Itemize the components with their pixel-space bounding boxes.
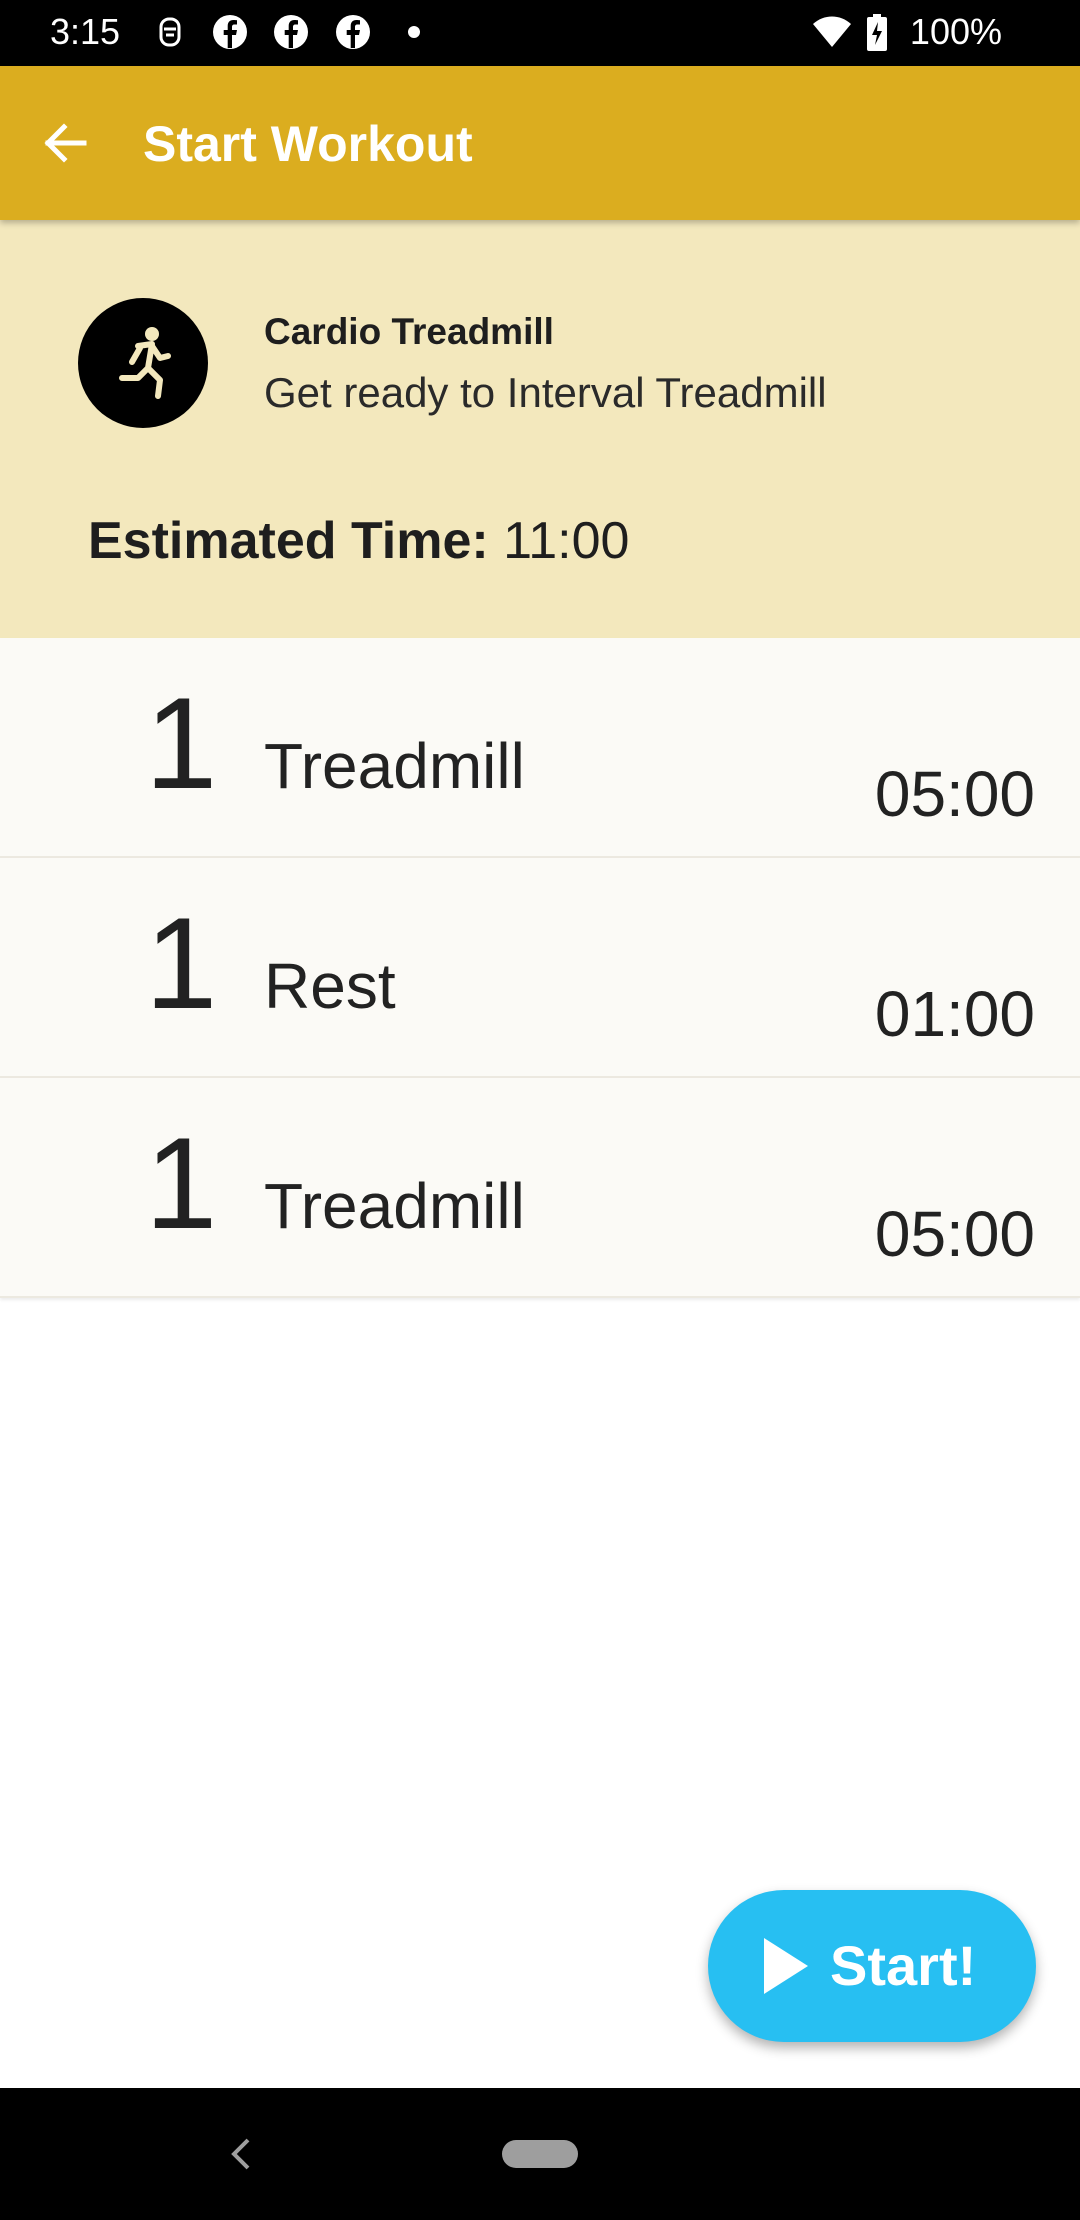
step-duration: 05:00 bbox=[874, 1198, 1035, 1270]
status-bar: 3:15 100% bbox=[0, 0, 1080, 66]
page-title: Start Workout bbox=[143, 116, 473, 172]
wifi-icon bbox=[812, 14, 852, 50]
workout-description: Get ready to Interval Treadmill bbox=[264, 369, 827, 416]
step-name: Rest bbox=[264, 950, 396, 1022]
app-bar: Start Workout bbox=[0, 66, 1080, 220]
step-count: 1 bbox=[145, 670, 218, 816]
step-count: 1 bbox=[145, 890, 218, 1036]
start-button[interactable]: Start! bbox=[708, 1890, 1036, 2042]
facebook-icon bbox=[273, 14, 309, 50]
workout-avatar bbox=[78, 298, 208, 428]
workout-steps-list: 1 Treadmill 05:00 1 Rest 01:00 1 Treadmi… bbox=[0, 638, 1080, 1298]
nav-home-pill[interactable] bbox=[502, 2140, 578, 2168]
estimated-time-value: 11:00 bbox=[503, 512, 630, 570]
step-name: Treadmill bbox=[264, 730, 525, 802]
battery-charging-icon bbox=[866, 14, 888, 51]
play-icon bbox=[764, 1938, 808, 1994]
nav-back-icon[interactable] bbox=[220, 2132, 260, 2176]
assistant-icon bbox=[152, 14, 188, 50]
navigation-bar bbox=[0, 2088, 1080, 2220]
battery-percentage: 100% bbox=[909, 11, 1002, 52]
start-button-label: Start! bbox=[830, 1934, 977, 1997]
step-duration: 05:00 bbox=[874, 758, 1035, 830]
facebook-icon bbox=[335, 14, 371, 50]
dot-icon bbox=[398, 14, 434, 50]
step-count: 1 bbox=[145, 1110, 218, 1256]
estimated-time: Estimated Time: 11:00 bbox=[88, 510, 629, 572]
step-duration: 01:00 bbox=[874, 978, 1035, 1050]
step-name: Treadmill bbox=[264, 1170, 525, 1242]
back-button[interactable] bbox=[30, 108, 100, 178]
workout-step[interactable]: 1 Rest 01:00 bbox=[0, 858, 1080, 1078]
status-time: 3:15 bbox=[50, 11, 121, 52]
workout-header: Cardio Treadmill Get ready to Interval T… bbox=[0, 220, 1080, 638]
facebook-icon bbox=[212, 14, 248, 50]
running-icon bbox=[119, 327, 171, 399]
arrow-back-icon bbox=[44, 123, 87, 163]
workout-step[interactable]: 1 Treadmill 05:00 bbox=[0, 1078, 1080, 1298]
workout-step[interactable]: 1 Treadmill 05:00 bbox=[0, 638, 1080, 858]
estimated-time-label: Estimated Time: bbox=[88, 512, 489, 570]
workout-type: Cardio Treadmill bbox=[264, 311, 554, 352]
